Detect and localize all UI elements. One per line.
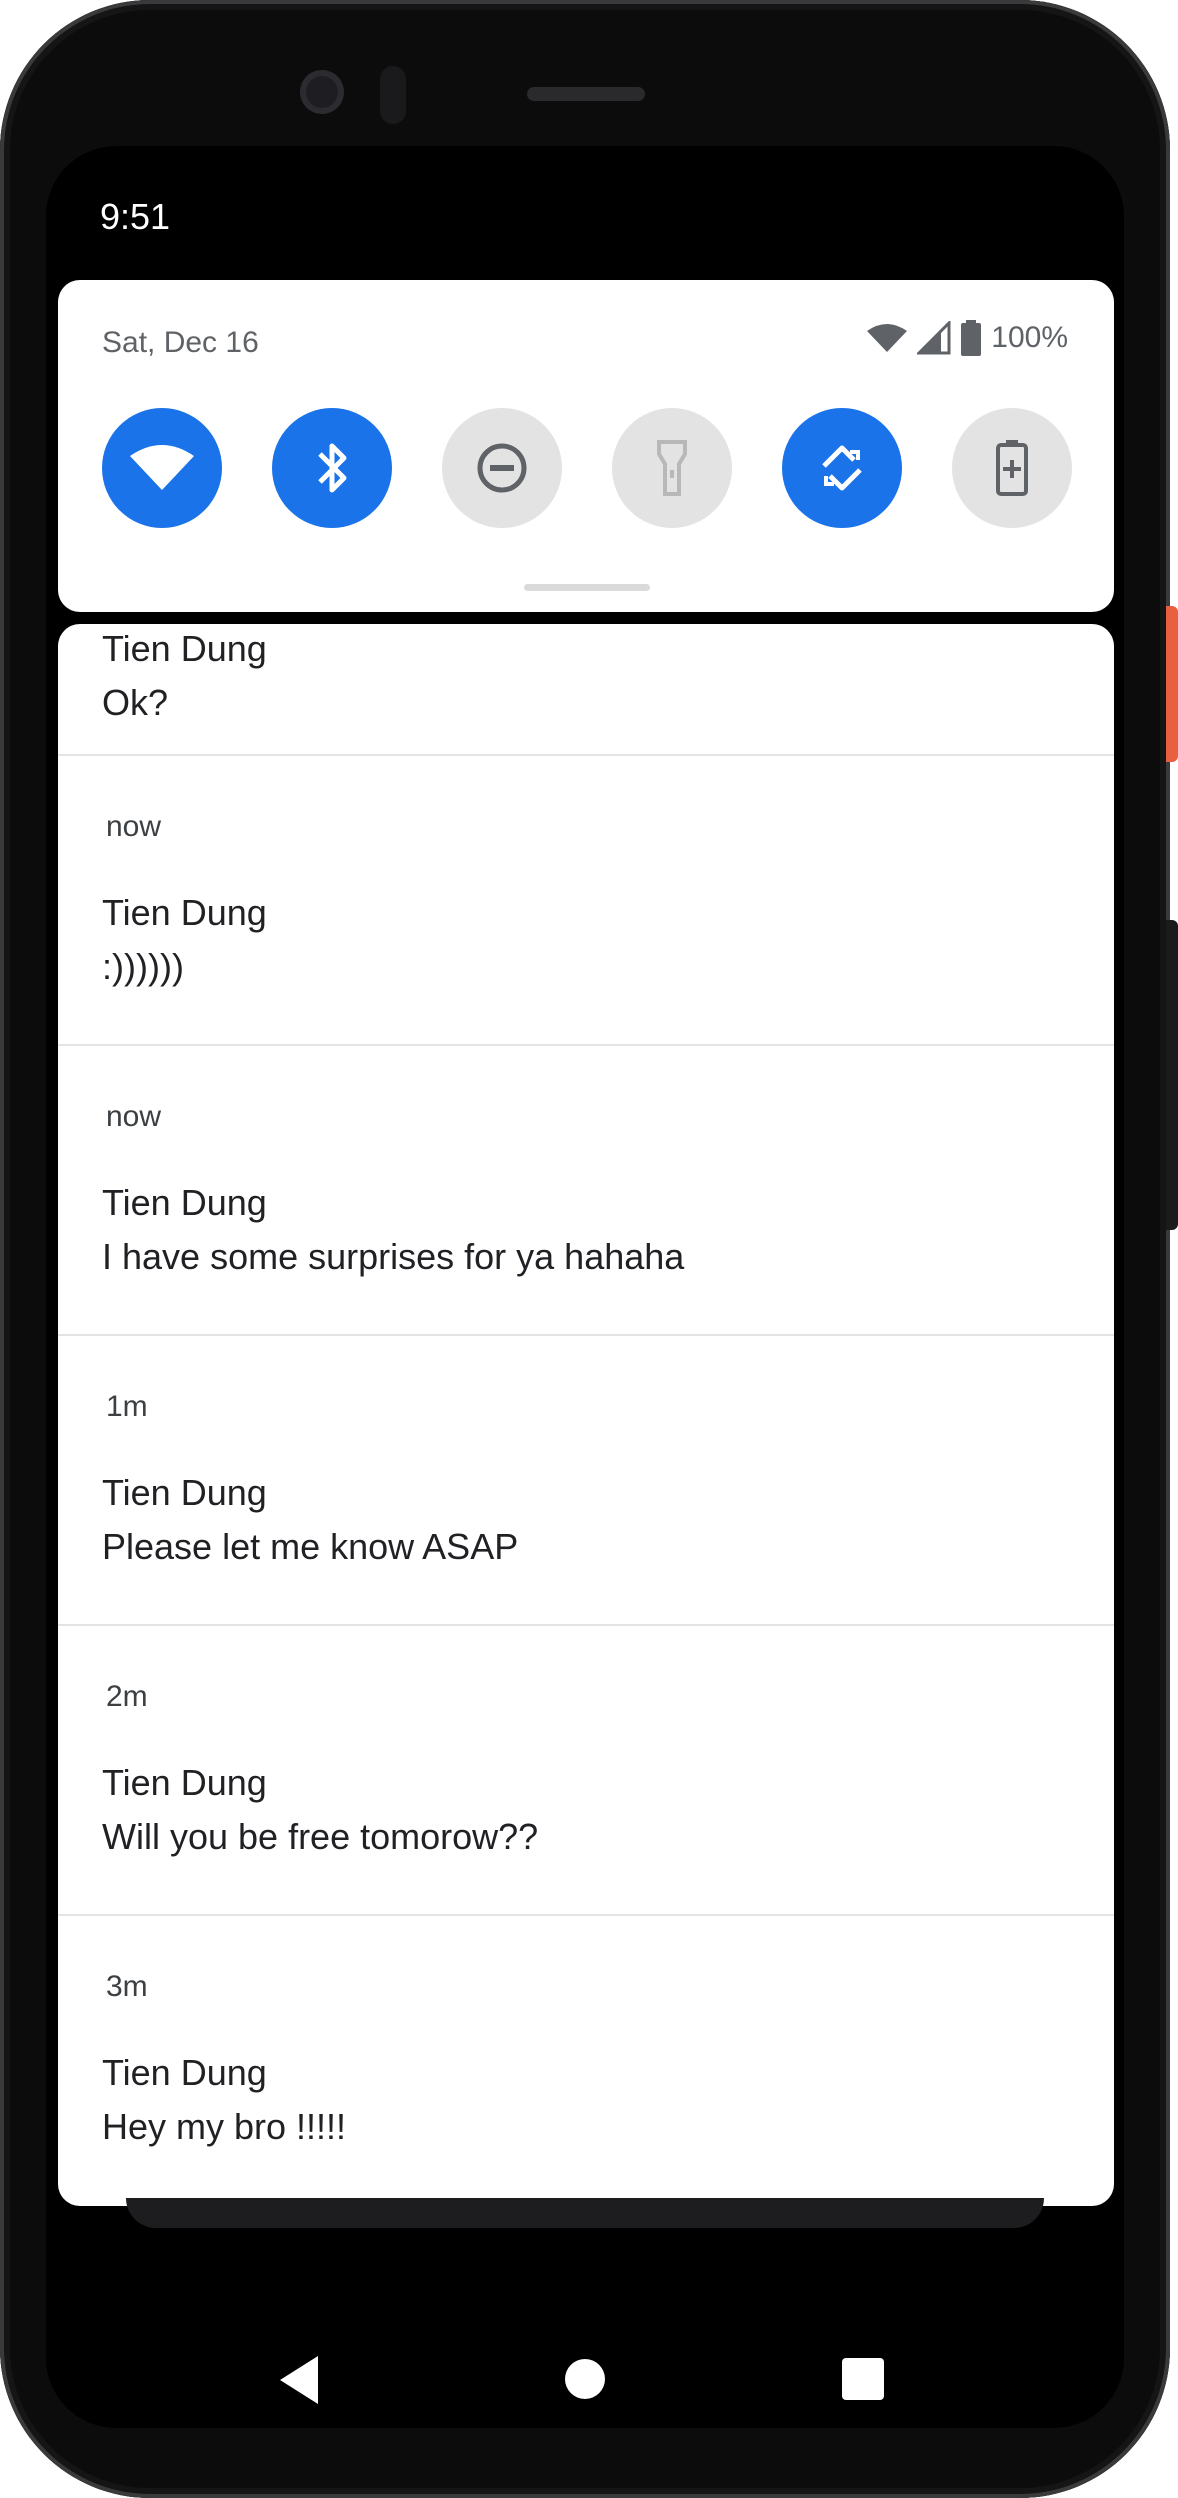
- do-not-disturb-tile[interactable]: [442, 408, 562, 528]
- notification-time: 2m: [106, 1680, 148, 1713]
- flashlight-icon: [657, 440, 687, 496]
- wifi-signal-icon: [867, 324, 908, 352]
- notification-item[interactable]: 2m Tien Dung Will you be free tomorow??: [58, 1626, 1114, 1916]
- notification-item[interactable]: now Tien Dung I have some surprises for …: [58, 1046, 1114, 1336]
- quick-settings-panel: Sat, Dec 16 100%: [58, 280, 1114, 612]
- notification-item[interactable]: 1m Tien Dung Please let me know ASAP: [58, 1336, 1114, 1626]
- notification-message: Will you be free tomorow??: [102, 1816, 539, 1857]
- earpiece-speaker: [527, 87, 645, 101]
- cell-signal-icon: [917, 321, 951, 355]
- home-icon[interactable]: [565, 2359, 605, 2399]
- recents-icon[interactable]: [842, 2358, 884, 2400]
- notification-sender: Tien Dung: [102, 1762, 267, 1803]
- notification-item[interactable]: now Tien Dung :)))))): [58, 756, 1114, 1046]
- background-app-edge: [126, 2198, 1044, 2228]
- battery-saver-tile[interactable]: [952, 408, 1072, 528]
- notification-list: Tien Dung Ok? now Tien Dung :)))))) now …: [58, 624, 1114, 2206]
- battery-saver-icon: [996, 440, 1028, 496]
- front-camera: [300, 70, 344, 114]
- screen: 9:51 Sat, Dec 16 100% Tien Dung Ok? now …: [46, 146, 1124, 2428]
- phone-frame: 9:51 Sat, Dec 16 100% Tien Dung Ok? now …: [0, 0, 1178, 2498]
- notification-item[interactable]: 3m Tien Dung Hey my bro !!!!!: [58, 1916, 1114, 2206]
- notification-message: Please let me know ASAP: [102, 1526, 519, 1567]
- flashlight-tile[interactable]: [612, 408, 732, 528]
- notification-message: :)))))): [102, 946, 184, 987]
- back-icon[interactable]: [280, 2356, 318, 2404]
- do-not-disturb-icon: [477, 443, 527, 493]
- notification-time: now: [106, 810, 162, 843]
- notification-time: 1m: [106, 1390, 148, 1423]
- qs-status-icons: 100%: [867, 318, 1068, 358]
- sensor: [380, 66, 406, 124]
- auto-rotate-icon: [822, 445, 862, 491]
- notification-message: Hey my bro !!!!!: [102, 2106, 347, 2147]
- wifi-icon: [130, 445, 194, 490]
- navigation-bar: [46, 2316, 1124, 2428]
- power-button: [1166, 606, 1178, 762]
- battery-icon: [961, 320, 982, 356]
- auto-rotate-tile[interactable]: [782, 408, 902, 528]
- notification-message: Ok?: [102, 682, 169, 723]
- notification-time: now: [106, 1100, 162, 1133]
- notification-sender: Tien Dung: [102, 892, 267, 933]
- notification-item[interactable]: Tien Dung Ok?: [58, 624, 1114, 756]
- notification-sender: Tien Dung: [102, 1182, 267, 1223]
- wifi-tile[interactable]: [102, 408, 222, 528]
- notification-sender: Tien Dung: [102, 2052, 267, 2093]
- status-bar-time: 9:51: [100, 196, 171, 237]
- notification-sender: Tien Dung: [102, 628, 267, 669]
- notification-time: 3m: [106, 1970, 148, 2003]
- drag-handle[interactable]: [524, 584, 650, 591]
- battery-percent: 100%: [991, 321, 1068, 354]
- bluetooth-icon: [318, 443, 347, 493]
- notification-message: I have some surprises for ya hahaha: [102, 1236, 685, 1277]
- notification-sender: Tien Dung: [102, 1472, 267, 1513]
- qs-tiles: [102, 408, 1072, 530]
- qs-date: Sat, Dec 16: [102, 326, 259, 359]
- bluetooth-tile[interactable]: [272, 408, 392, 528]
- volume-button: [1166, 920, 1178, 1230]
